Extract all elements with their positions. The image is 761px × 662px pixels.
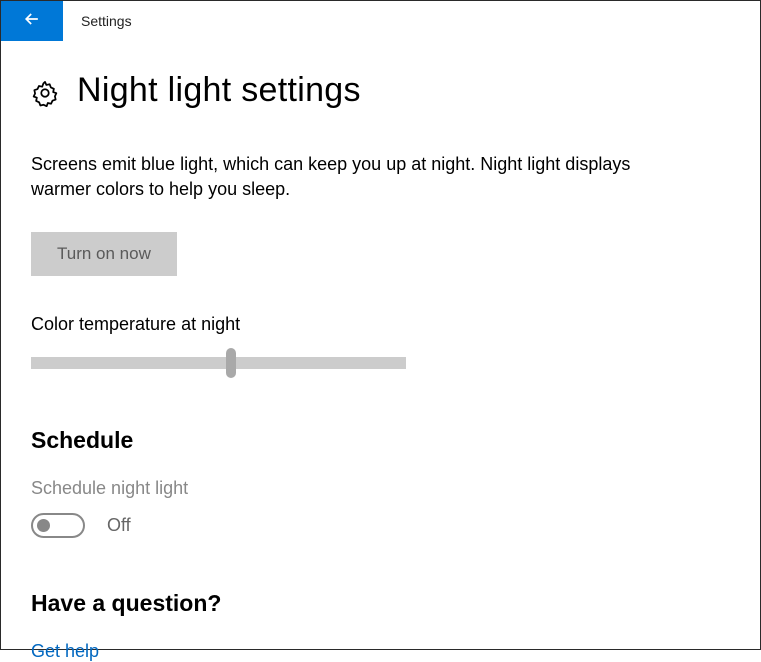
page-description: Screens emit blue light, which can keep … [31, 152, 641, 202]
schedule-heading: Schedule [31, 427, 730, 454]
content-area: Night light settings Screens emit blue l… [1, 41, 760, 662]
header-title: Settings [81, 13, 132, 29]
get-help-link[interactable]: Get help [31, 641, 730, 662]
help-heading: Have a question? [31, 590, 730, 617]
gear-icon [31, 79, 59, 107]
toggle-knob [37, 519, 50, 532]
page-title: Night light settings [77, 71, 361, 110]
schedule-toggle[interactable] [31, 513, 85, 538]
header-bar: Settings [1, 1, 760, 41]
arrow-left-icon [22, 9, 42, 34]
back-button[interactable] [1, 1, 63, 41]
schedule-toggle-state: Off [107, 515, 131, 536]
schedule-toggle-row: Off [31, 513, 730, 538]
turn-on-button[interactable]: Turn on now [31, 232, 177, 276]
color-temperature-label: Color temperature at night [31, 314, 730, 335]
page-title-row: Night light settings [31, 71, 730, 110]
color-temperature-slider[interactable] [31, 357, 406, 369]
slider-thumb[interactable] [226, 348, 236, 378]
schedule-toggle-label: Schedule night light [31, 478, 730, 499]
